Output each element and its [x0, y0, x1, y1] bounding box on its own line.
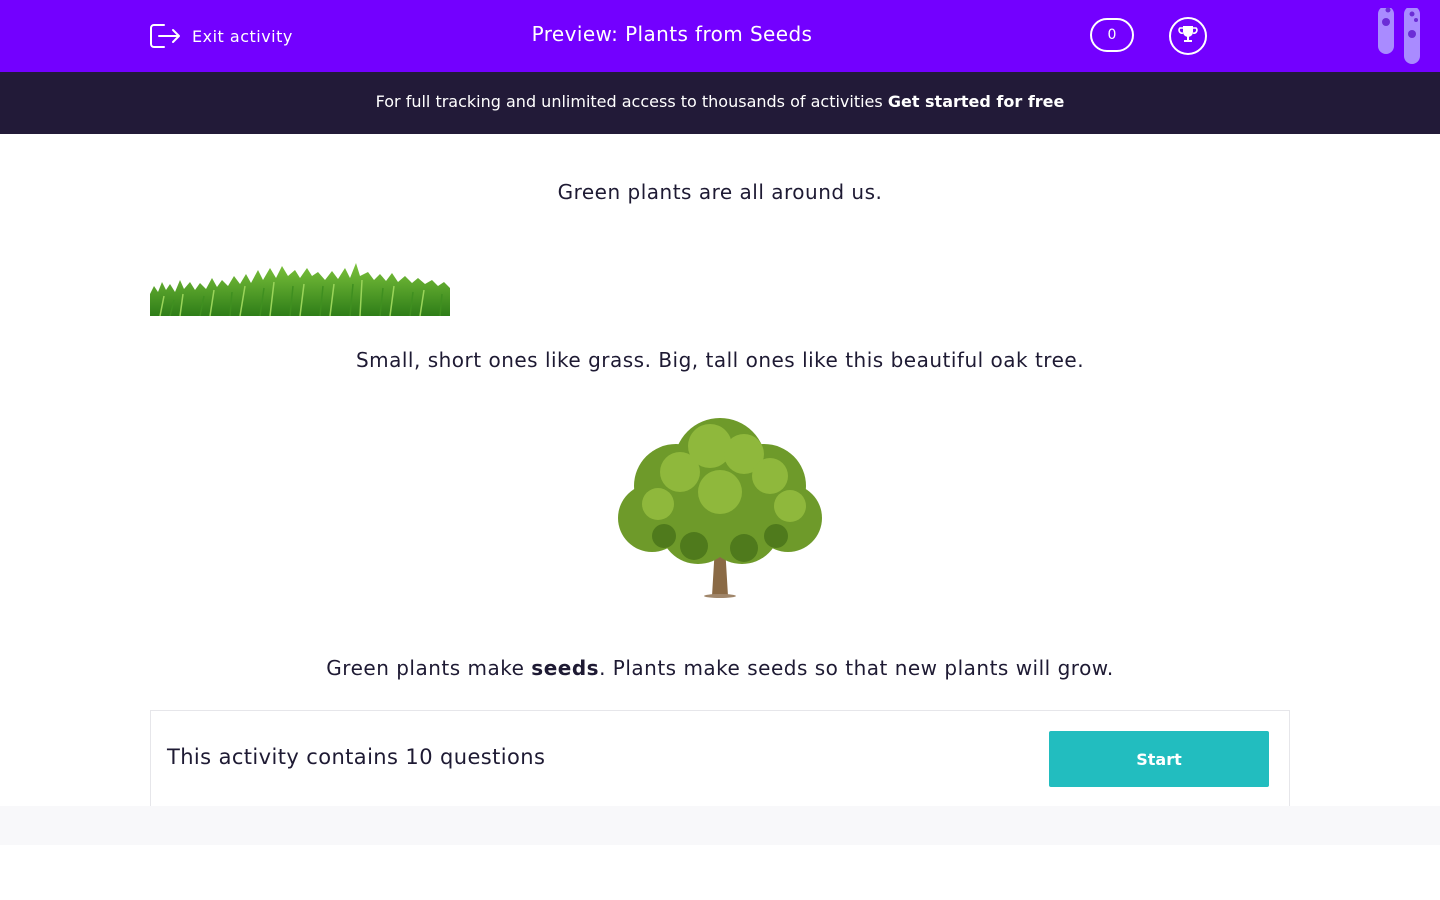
- get-started-link[interactable]: Get started for free: [888, 92, 1065, 111]
- start-button[interactable]: Start: [1049, 731, 1269, 787]
- promo-text: For full tracking and unlimited access t…: [375, 92, 883, 111]
- seeds-text-end: . Plants make seeds so that new plants w…: [599, 656, 1114, 680]
- footer-band: [0, 806, 1440, 845]
- seeds-text: Green plants make seeds. Plants make see…: [0, 656, 1440, 680]
- sizes-text: Small, short ones like grass. Big, tall …: [355, 348, 1085, 372]
- activity-panel: This activity contains 10 questions Star…: [150, 710, 1290, 807]
- brand-logo: [1374, 0, 1436, 70]
- seeds-text-start: Green plants make: [326, 656, 532, 680]
- score-counter: 0: [1090, 18, 1134, 52]
- trophy-button[interactable]: [1169, 17, 1207, 55]
- page-title: Preview: Plants from Seeds: [531, 22, 813, 46]
- top-bar: Exit activity Preview: Plants from Seeds…: [0, 0, 1440, 72]
- trophy-icon: [1177, 23, 1199, 49]
- activity-summary: This activity contains 10 questions: [167, 745, 546, 769]
- grass-image: [150, 256, 450, 317]
- intro-text: Green plants are all around us.: [557, 180, 883, 204]
- seeds-keyword: seeds: [531, 656, 600, 680]
- promo-banner: For full tracking and unlimited access t…: [0, 72, 1440, 134]
- oak-tree-image: [594, 406, 846, 598]
